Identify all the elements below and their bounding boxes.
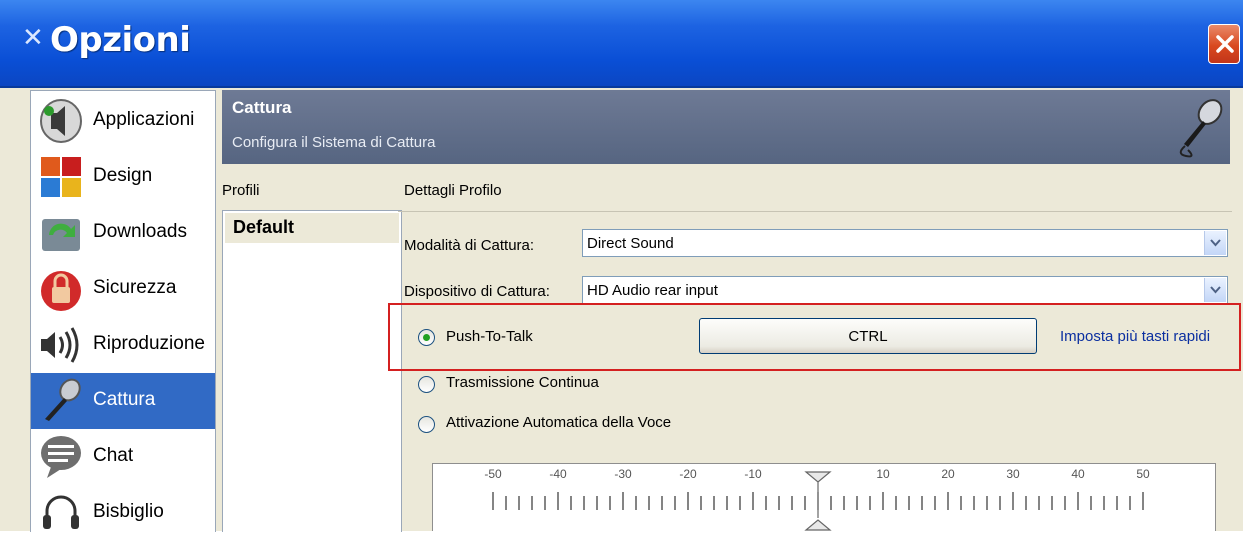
sidebar-item-label: Chat: [93, 445, 134, 466]
sidebar-item-bisbiglio[interactable]: Bisbiglio: [31, 485, 215, 541]
chevron-down-icon: [1210, 286, 1221, 294]
sidebar-item-chat[interactable]: Chat: [31, 429, 215, 485]
sidebar-item-sicurezza[interactable]: Sicurezza: [31, 261, 215, 317]
app-icon: ✕: [22, 23, 44, 53]
microphone-header-icon: [1179, 99, 1223, 158]
headset-icon: [43, 495, 79, 529]
panel-title: Cattura: [232, 98, 292, 117]
chat-icon: [41, 436, 81, 478]
details-divider: [398, 211, 1232, 212]
chevron-down-icon: [1210, 239, 1221, 247]
sidebar-item-riproduzione[interactable]: Riproduzione: [31, 317, 215, 373]
voice-activation-radio[interactable]: [418, 416, 435, 433]
close-icon: [1216, 35, 1234, 53]
capture-device-label: Dispositivo di Cattura:: [404, 283, 550, 300]
sidebar-item-downloads[interactable]: Downloads: [31, 205, 215, 261]
sidebar-item-label: Cattura: [93, 389, 156, 410]
capture-mode-select[interactable]: Direct Sound: [582, 229, 1228, 257]
continuous-transmission-radio[interactable]: [418, 376, 435, 393]
capture-mode-value: Direct Sound: [587, 235, 674, 252]
profile-item-default[interactable]: Default: [225, 213, 399, 243]
downloads-icon: [42, 219, 80, 251]
panel-header: Cattura Configura il Sistema di Cattura: [222, 90, 1230, 164]
sidebar-item-label: Riproduzione: [93, 333, 205, 354]
window-title: Opzioni: [50, 20, 191, 60]
sidebar-item-applicazioni[interactable]: Applicazioni: [31, 93, 215, 149]
capture-device-select[interactable]: HD Audio rear input: [582, 276, 1228, 304]
palette-icon: [41, 157, 81, 197]
sidebar-item-label: Bisbiglio: [93, 501, 164, 522]
voice-activation-label: Attivazione Automatica della Voce: [446, 414, 672, 431]
continuous-transmission-label: Trasmissione Continua: [446, 374, 599, 391]
microphone-icon: [45, 378, 81, 421]
capture-device-value: HD Audio rear input: [587, 282, 718, 299]
profile-details-label: Dettagli Profilo: [404, 182, 502, 199]
speaker-icon: [41, 327, 79, 363]
sidebar-item-cattura[interactable]: Cattura: [31, 373, 215, 429]
dropdown-button[interactable]: [1204, 278, 1226, 302]
capture-mode-label: Modalità di Cattura:: [404, 237, 535, 254]
options-sidebar: Applicazioni Design Downloads Sicurezza …: [30, 90, 216, 532]
voice-level-slider[interactable]: -50 -40 -30 -20 -10 10 20 30 40 50: [432, 463, 1216, 531]
close-button[interactable]: [1208, 24, 1240, 64]
sidebar-item-design[interactable]: Design: [31, 149, 215, 205]
lock-icon: [41, 271, 81, 311]
dropdown-button[interactable]: [1204, 231, 1226, 255]
sidebar-item-label: Sicurezza: [93, 277, 177, 298]
panel-subtitle: Configura il Sistema di Cattura: [232, 134, 436, 151]
profiles-label: Profili: [222, 182, 260, 199]
highlight-box: [388, 303, 1241, 371]
slider-scale: [492, 471, 1144, 531]
sidebar-item-label: Downloads: [93, 221, 187, 242]
sidebar-item-label: Applicazioni: [93, 109, 195, 130]
slider-thumb[interactable]: [804, 471, 832, 531]
title-bar: ✕ Opzioni: [0, 0, 1243, 88]
profiles-list: Default: [222, 210, 402, 532]
sidebar-item-label: Design: [93, 165, 153, 186]
speaker-app-icon: [40, 99, 82, 143]
